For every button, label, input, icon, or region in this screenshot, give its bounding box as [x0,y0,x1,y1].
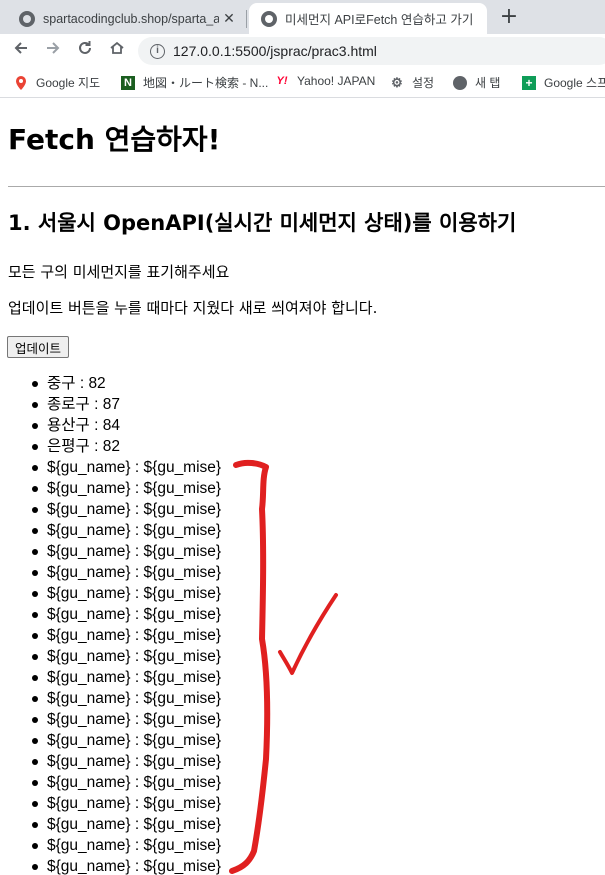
globe-icon [19,10,35,27]
navitime-icon: N [121,75,135,90]
list-item: ${gu_name} : ${gu_mise} [31,648,222,665]
list-item: ${gu_name} : ${gu_mise} [31,459,222,476]
tab-fetch-practice[interactable]: 미세먼지 API로Fetch 연습하고 가기 [249,3,487,34]
tab-title: spartacodingclub.shop/sparta_api [43,11,219,26]
list-item: ${gu_name} : ${gu_mise} [31,753,222,770]
info-icon[interactable]: i [150,43,165,59]
tab-sparta-api[interactable]: spartacodingclub.shop/sparta_api ✕ [7,3,245,34]
bookmark-label: 새 탭 [475,76,501,90]
list-item: 종로구 : 87 [31,394,221,415]
list-item: ${gu_name} : ${gu_mise} [31,774,222,791]
update-button[interactable]: 업데이트 [7,336,70,358]
instruction-text: 업데이트 버튼을 누를 때마다 지웠다 새로 씌여져야 합니다. [8,299,378,317]
list-item: ${gu_name} : ${gu_mise} [31,543,222,560]
browser-toolbar: i 127.0.0.1:5500/jsprac/prac3.html [0,34,605,67]
browser-tab-strip: spartacodingclub.shop/sparta_api ✕ 미세먼지 … [0,0,605,34]
hand-drawn-check-mark [278,593,338,675]
list-item: ${gu_name} : ${gu_mise} [31,522,222,539]
yahoo-icon: Y! [276,75,288,87]
list-item: ${gu_name} : ${gu_mise} [31,669,222,686]
bookmark-new-tab[interactable]: 새 탭 [453,74,500,91]
reload-icon[interactable] [73,39,97,63]
list-item: ${gu_name} : ${gu_mise} [31,732,222,749]
list-item: 용산구 : 84 [31,415,221,436]
list-item: ${gu_name} : ${gu_mise} [31,501,222,518]
hand-drawn-bracket [229,459,271,874]
bookmark-google-maps[interactable]: Google 지도 [14,74,100,91]
page-content: Fetch 연습하자! 1. 서울시 OpenAPI(실시간 미세먼지 상태)를… [0,99,605,875]
bookmark-label: 설정 [412,76,435,90]
list-item: ${gu_name} : ${gu_mise} [31,585,222,602]
address-bar[interactable]: i 127.0.0.1:5500/jsprac/prac3.html [138,37,605,65]
list-item: ${gu_name} : ${gu_mise} [31,627,222,644]
list-item: ${gu_name} : ${gu_mise} [31,690,222,707]
url-text: 127.0.0.1:5500/jsprac/prac3.html [173,43,377,59]
google-maps-icon [14,75,28,90]
tab-title: 미세먼지 API로Fetch 연습하고 가기 [285,13,474,27]
gear-icon: ⚙ [391,74,403,90]
page-title: Fetch 연습하자! [8,123,221,156]
bookmark-label: Yahoo! JAPAN [297,74,376,88]
bookmarks-bar: Google 지도 N 地図・ルート検索 - N... Y! Yahoo! JA… [0,67,605,98]
list-item: ${gu_name} : ${gu_mise} [31,795,222,812]
mise-list: 중구 : 82 종로구 : 87 용산구 : 84 은평구 : 82 ${gu_name… [0,373,221,875]
list-item: 중구 : 82 [31,373,221,394]
back-arrow-icon[interactable] [9,39,33,63]
section-title: 1. 서울시 OpenAPI(실시간 미세먼지 상태)를 이용하기 [8,211,517,235]
google-sheets-icon: + [522,75,536,90]
divider [8,186,605,187]
list-item: ${gu_name} : ${gu_mise} [31,606,222,623]
bookmark-label: 地図・ルート検索 - N... [143,76,269,90]
bookmark-label: Google 스프레 [544,76,605,90]
list-item: ${gu_name} : ${gu_mise} [31,837,222,854]
instruction-text: 모든 구의 미세먼지를 표기해주세요 [8,263,230,281]
globe-icon [261,10,277,27]
new-tab-button[interactable]: + [497,5,521,29]
list-item: ${gu_name} : ${gu_mise} [31,858,222,875]
bookmark-google-sheets[interactable]: + Google 스프레 [522,74,605,91]
list-item: ${gu_name} : ${gu_mise} [31,816,222,833]
forward-arrow-icon[interactable] [41,39,65,63]
tab-close-icon[interactable]: ✕ [219,10,239,27]
bookmark-label: Google 지도 [36,76,101,90]
bookmark-settings[interactable]: ⚙ 설정 [390,74,434,91]
tab-divider [246,10,247,28]
list-item: 은평구 : 82 [31,436,221,457]
home-icon[interactable] [105,39,129,63]
bookmark-navitime[interactable]: N 地図・ルート検索 - N... [121,74,268,91]
list-item: ${gu_name} : ${gu_mise} [31,711,222,728]
list-item: ${gu_name} : ${gu_mise} [31,564,222,581]
bookmark-yahoo[interactable]: Y! Yahoo! JAPAN [275,74,376,88]
globe-icon [453,75,467,90]
list-item: ${gu_name} : ${gu_mise} [31,480,222,497]
